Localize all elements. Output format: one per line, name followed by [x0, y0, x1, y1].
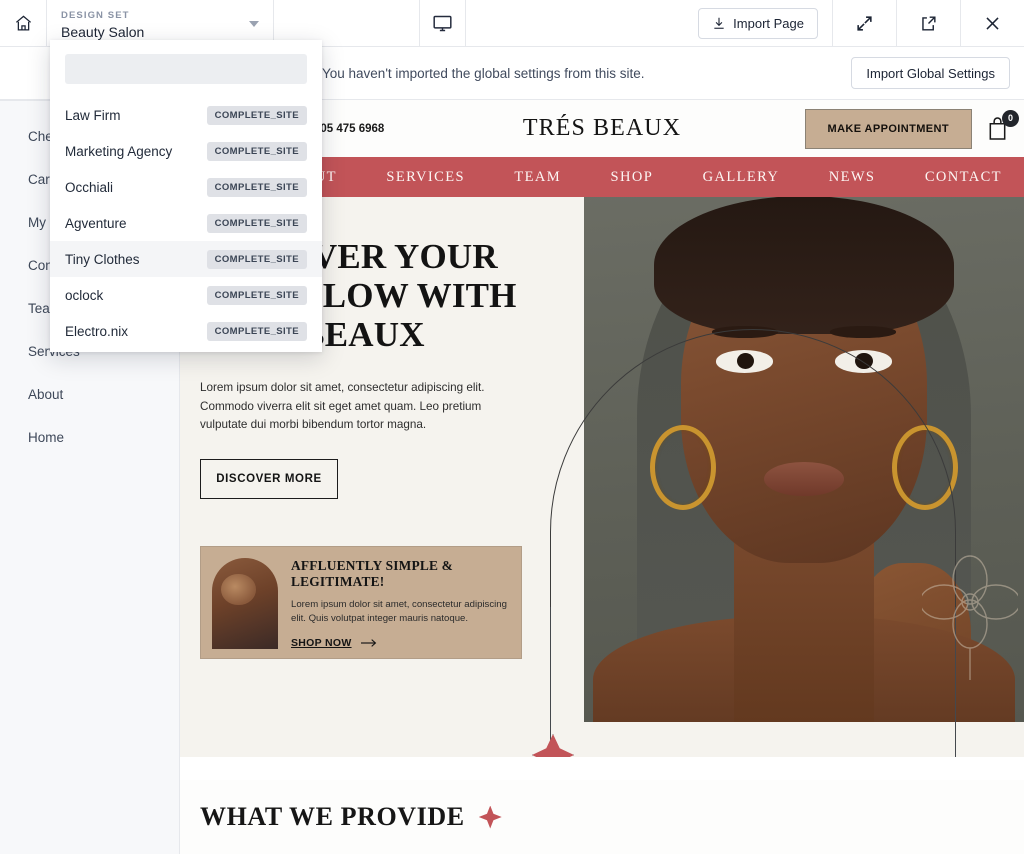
dropdown-item-oclock[interactable]: oclock COMPLETE_SITE — [50, 277, 322, 313]
section-title: WHAT WE PROVIDE — [200, 802, 465, 831]
device-desktop-button[interactable] — [419, 0, 466, 46]
arrow-right-icon — [360, 638, 377, 648]
dropdown-item-tag: COMPLETE_SITE — [206, 321, 307, 341]
hero-diamond-accent — [532, 734, 574, 757]
dropdown-item-name: oclock — [65, 287, 104, 303]
shop-now-link[interactable]: SHOP NOW — [291, 637, 377, 649]
nav-item-gallery[interactable]: GALLERY — [703, 169, 780, 186]
section-title-wrapper: WHAT WE PROVIDE — [200, 802, 502, 832]
dropdown-search-wrapper — [50, 40, 322, 97]
nav-item-team[interactable]: TEAM — [514, 169, 561, 186]
share-external-icon — [919, 14, 938, 33]
cart-count-badge: 0 — [1002, 109, 1019, 127]
dropdown-item-law-firm[interactable]: Law Firm COMPLETE_SITE — [50, 97, 322, 133]
dropdown-item-tag: COMPLETE_SITE — [206, 177, 307, 197]
import-global-settings-button[interactable]: Import Global Settings — [851, 57, 1010, 89]
what-we-provide-section: WHAT WE PROVIDE — [180, 780, 1024, 854]
cart-button[interactable]: 0 — [986, 109, 1019, 142]
sidebar-item-home[interactable]: Home — [0, 416, 179, 459]
promo-paragraph: Lorem ipsum dolor sit amet, consectetur … — [291, 598, 507, 625]
dropdown-item-occhiali[interactable]: Occhiali COMPLETE_SITE — [50, 169, 322, 205]
promo-text-block: AFFLUENTLY SIMPLE & LEGITIMATE! Lorem ip… — [291, 557, 510, 649]
home-button[interactable] — [0, 0, 47, 46]
design-set-dropdown: Law Firm COMPLETE_SITE Marketing Agency … — [50, 40, 322, 352]
dropdown-item-name: Tiny Clothes — [65, 251, 140, 267]
dropdown-item-electro-nix[interactable]: Electro.nix COMPLETE_SITE — [50, 313, 322, 349]
discover-more-button[interactable]: DISCOVER MORE — [200, 458, 338, 499]
home-icon — [14, 14, 33, 33]
close-x-icon — [983, 14, 1002, 33]
download-icon — [712, 16, 726, 30]
flower-decoration-icon — [922, 552, 1018, 682]
design-set-label: DESIGN SET — [61, 10, 130, 21]
promo-card[interactable]: AFFLUENTLY SIMPLE & LEGITIMATE! Lorem ip… — [200, 545, 522, 659]
import-page-label: Import Page — [733, 15, 804, 31]
nav-item-services[interactable]: SERVICES — [386, 169, 465, 186]
promo-thumbnail-image — [212, 557, 278, 649]
expand-button[interactable] — [832, 0, 896, 46]
dropdown-item-tag: COMPLETE_SITE — [206, 213, 307, 233]
dropdown-search-input[interactable] — [65, 54, 307, 84]
nav-item-news[interactable]: NEWS — [829, 169, 876, 186]
dropdown-item-tag: COMPLETE_SITE — [206, 249, 307, 269]
dropdown-item-name: Electro.nix — [65, 323, 129, 339]
chevron-down-icon — [249, 21, 259, 27]
close-button[interactable] — [960, 0, 1024, 46]
promo-heading: AFFLUENTLY SIMPLE & LEGITIMATE! — [291, 557, 454, 589]
shop-now-label: SHOP NOW — [291, 636, 352, 649]
nav-item-contact[interactable]: CONTACT — [925, 169, 1002, 186]
dropdown-item-tag: COMPLETE_SITE — [206, 285, 307, 305]
dropdown-item-name: Occhiali — [65, 179, 114, 195]
dropdown-item-tag: COMPLETE_SITE — [206, 105, 307, 125]
dropdown-item-agventure[interactable]: Agventure COMPLETE_SITE — [50, 205, 322, 241]
dropdown-item-tiny-clothes[interactable]: Tiny Clothes COMPLETE_SITE — [50, 241, 322, 277]
dropdown-item-marketing-agency[interactable]: Marketing Agency COMPLETE_SITE — [50, 133, 322, 169]
import-page-button[interactable]: Import Page — [698, 7, 818, 39]
dropdown-item-name: Law Firm — [65, 107, 121, 123]
dropdown-item-name: Marketing Agency — [65, 143, 173, 159]
diamond-accent-icon — [478, 805, 502, 829]
toolbar-spacer-mid — [466, 0, 698, 46]
notice-text: You haven't imported the global settings… — [322, 65, 645, 81]
hero-paragraph: Lorem ipsum dolor sit amet, consectetur … — [200, 381, 485, 431]
share-button[interactable] — [896, 0, 960, 46]
nav-item-shop[interactable]: SHOP — [610, 169, 653, 186]
app-root: DESIGN SET Beauty Salon Import Page You … — [0, 0, 1024, 854]
dropdown-item-tag: COMPLETE_SITE — [206, 141, 307, 161]
dropdown-item-name: Agventure — [65, 215, 127, 231]
sidebar-item-about[interactable]: About — [0, 373, 179, 416]
expand-arrows-icon — [855, 14, 874, 33]
desktop-monitor-icon — [432, 13, 453, 34]
